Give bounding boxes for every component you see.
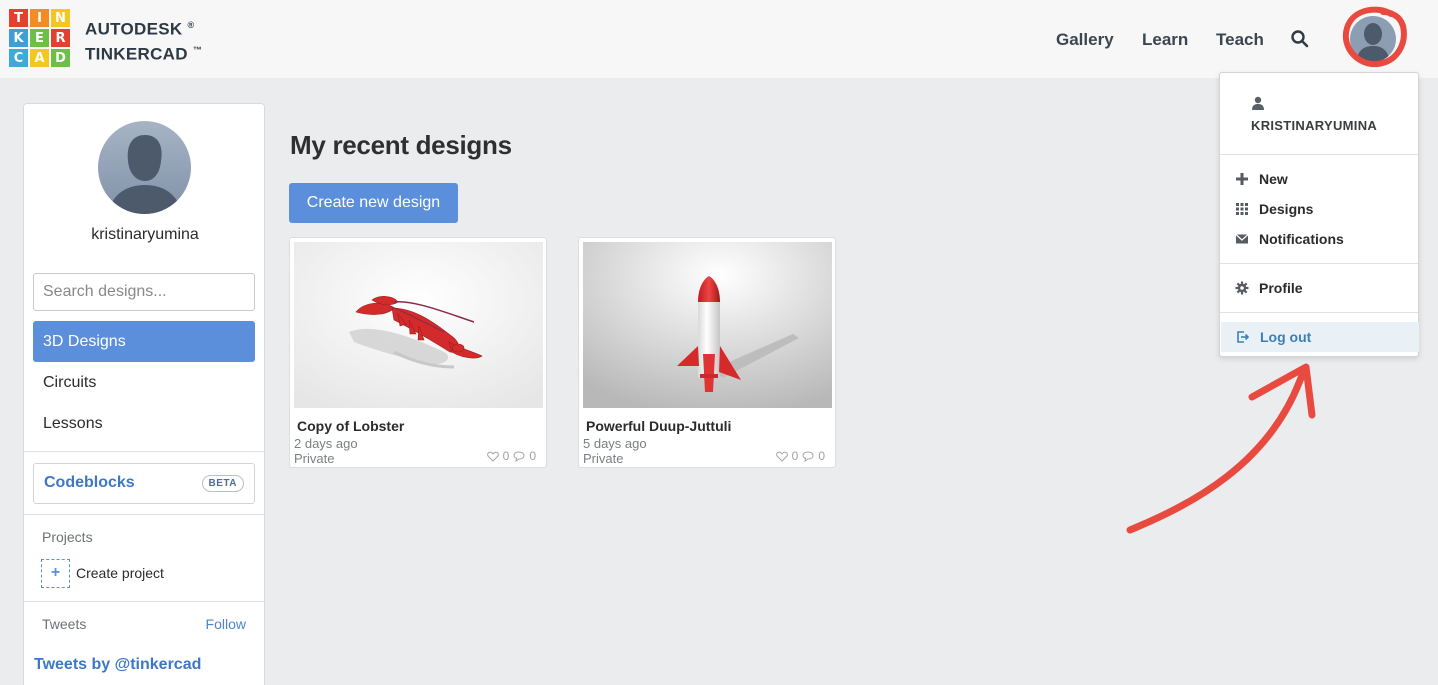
menu-item-new[interactable]: New bbox=[1235, 170, 1405, 190]
comment-count: 0 bbox=[818, 449, 825, 463]
logo-letter-tile: D bbox=[51, 49, 70, 67]
design-card[interactable]: Powerful Duup-Juttuli 5 days ago Private… bbox=[578, 237, 836, 468]
design-thumbnail-rocket[interactable] bbox=[583, 242, 832, 408]
divider bbox=[24, 601, 264, 602]
registered-mark: ® bbox=[187, 20, 195, 30]
brand-line2: TINKERCAD bbox=[85, 44, 188, 64]
create-project-plus-icon[interactable]: + bbox=[41, 559, 70, 588]
logo-letter-tile: I bbox=[30, 9, 49, 27]
comment-icon bbox=[802, 450, 814, 462]
design-stats: 0 0 bbox=[486, 449, 536, 463]
menu-item-label: Notifications bbox=[1259, 231, 1344, 247]
trademark-mark: ™ bbox=[192, 44, 203, 55]
profile-username[interactable]: kristinaryumina bbox=[24, 226, 266, 244]
nav-learn[interactable]: Learn bbox=[1142, 30, 1188, 50]
menu-item-log-out[interactable]: Log out bbox=[1221, 322, 1419, 352]
divider bbox=[1220, 154, 1418, 155]
envelope-icon bbox=[1235, 234, 1249, 244]
sidebar-item-circuits[interactable]: Circuits bbox=[33, 362, 255, 403]
sidebar: kristinaryumina 3D Designs Circuits Less… bbox=[23, 103, 265, 685]
sidebar-item-3d-designs[interactable]: 3D Designs bbox=[33, 321, 255, 362]
brand-line1: AUTODESK bbox=[85, 19, 183, 39]
nav-teach[interactable]: Teach bbox=[1216, 30, 1264, 50]
comment-icon bbox=[513, 450, 525, 462]
brand-name[interactable]: AUTODESK ® TINKERCAD ™ bbox=[85, 15, 202, 64]
sidebar-item-lessons[interactable]: Lessons bbox=[33, 403, 255, 444]
plus-icon bbox=[1236, 173, 1248, 185]
create-new-design-button[interactable]: Create new design bbox=[289, 183, 458, 223]
design-privacy: Private bbox=[583, 451, 624, 466]
design-date: 2 days ago bbox=[294, 436, 358, 451]
menu-item-notifications[interactable]: Notifications bbox=[1235, 230, 1405, 250]
divider bbox=[1220, 312, 1418, 313]
rocket-thumbnail-image bbox=[583, 242, 832, 408]
logo-letter-tile: A bbox=[30, 49, 49, 67]
user-dropdown-menu: KRISTINARYUMINA New Designs Notification… bbox=[1219, 72, 1419, 357]
like-count: 0 bbox=[502, 449, 510, 463]
tweets-by-link[interactable]: Tweets by @tinkercad bbox=[34, 656, 201, 674]
projects-heading: Projects bbox=[42, 529, 93, 545]
follow-link[interactable]: Follow bbox=[206, 616, 246, 632]
menu-item-label: Profile bbox=[1259, 280, 1303, 296]
logo-letter-tile: T bbox=[9, 9, 28, 27]
logo-letter-tile: R bbox=[51, 29, 70, 47]
tweets-heading: Tweets bbox=[42, 616, 87, 632]
page-title: My recent designs bbox=[290, 130, 512, 160]
comment-count: 0 bbox=[529, 449, 536, 463]
avatar-silhouette-icon bbox=[108, 135, 182, 214]
top-header: TIN KER CAD AUTODESK ® TINKERCAD ™ Gallery… bbox=[0, 0, 1438, 78]
annotation-circle bbox=[1342, 6, 1407, 68]
design-stats: 0 0 bbox=[775, 449, 825, 463]
profile-avatar[interactable] bbox=[98, 121, 191, 214]
search-icon[interactable] bbox=[1290, 29, 1310, 49]
design-thumbnail-lobster[interactable] bbox=[294, 242, 543, 408]
menu-item-designs[interactable]: Designs bbox=[1235, 200, 1405, 220]
divider bbox=[24, 514, 264, 515]
codeblocks-label: Codeblocks bbox=[44, 474, 135, 491]
heart-icon bbox=[486, 451, 499, 462]
create-project-link[interactable]: Create project bbox=[76, 565, 164, 581]
like-count: 0 bbox=[791, 449, 799, 463]
gear-icon bbox=[1235, 281, 1249, 295]
search-designs-input[interactable] bbox=[33, 273, 255, 311]
design-date: 5 days ago bbox=[583, 436, 647, 451]
menu-item-label: New bbox=[1259, 171, 1288, 187]
codeblocks-button[interactable]: Codeblocks BETA bbox=[33, 463, 255, 504]
lobster-thumbnail-image bbox=[294, 242, 543, 408]
logo-letter-tile: N bbox=[51, 9, 70, 27]
menu-item-label: Log out bbox=[1260, 329, 1312, 345]
design-card[interactable]: Copy of Lobster 2 days ago Private 0 0 bbox=[289, 237, 547, 468]
design-title[interactable]: Powerful Duup-Juttuli bbox=[586, 418, 731, 434]
logo-letter-tile: K bbox=[9, 29, 28, 47]
beta-badge: BETA bbox=[201, 475, 244, 492]
divider bbox=[1220, 263, 1418, 264]
design-title[interactable]: Copy of Lobster bbox=[297, 418, 404, 434]
divider bbox=[24, 451, 264, 452]
logo-letter-tile: E bbox=[30, 29, 49, 47]
menu-item-label: Designs bbox=[1259, 201, 1314, 217]
grid-icon bbox=[1236, 203, 1248, 215]
heart-icon bbox=[775, 451, 788, 462]
tinkercad-logo[interactable]: TIN KER CAD bbox=[9, 9, 70, 67]
menu-item-profile[interactable]: Profile bbox=[1235, 279, 1405, 299]
logo-letter-tile: C bbox=[9, 49, 28, 67]
user-icon bbox=[1252, 96, 1264, 110]
nav-gallery[interactable]: Gallery bbox=[1056, 30, 1114, 50]
dropdown-username: KRISTINARYUMINA bbox=[1251, 118, 1378, 133]
annotation-arrow bbox=[1126, 363, 1316, 534]
logout-icon bbox=[1237, 331, 1250, 343]
design-privacy: Private bbox=[294, 451, 335, 466]
